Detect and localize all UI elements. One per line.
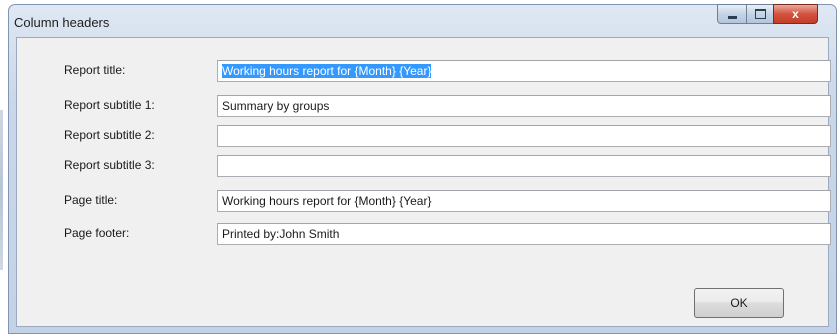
background-window-edge (0, 110, 3, 270)
report-subtitle-3-field[interactable] (217, 155, 831, 177)
report-subtitle-2-field[interactable] (217, 125, 831, 147)
report-subtitle-1-label: Report subtitle 1: (64, 98, 155, 112)
maximize-button[interactable] (746, 4, 774, 24)
report-subtitle-1-field[interactable] (217, 95, 831, 117)
maximize-icon (754, 9, 766, 19)
close-button[interactable]: x (773, 4, 818, 24)
dialog-window: Column headers x Report title: Working h… (8, 4, 837, 334)
close-icon: x (792, 7, 799, 21)
dialog-client-area: Report title: Working hours report for {… (16, 37, 831, 327)
page-footer-field[interactable] (217, 223, 831, 245)
window-title: Column headers (14, 15, 110, 30)
page-footer-label: Page footer: (64, 226, 130, 240)
report-subtitle-3-label: Report subtitle 3: (64, 158, 155, 172)
minimize-button[interactable] (717, 4, 747, 24)
report-title-label: Report title: (64, 63, 126, 77)
minimize-icon (727, 16, 737, 19)
report-title-field[interactable]: Working hours report for {Month} {Year} (217, 60, 831, 82)
report-title-value: Working hours report for {Month} {Year} (222, 64, 432, 78)
title-bar[interactable]: Column headers x (9, 4, 836, 37)
page-title-field[interactable] (217, 190, 831, 212)
page-title-label: Page title: (64, 193, 118, 207)
ok-button[interactable]: OK (694, 288, 784, 318)
report-subtitle-2-label: Report subtitle 2: (64, 128, 155, 142)
